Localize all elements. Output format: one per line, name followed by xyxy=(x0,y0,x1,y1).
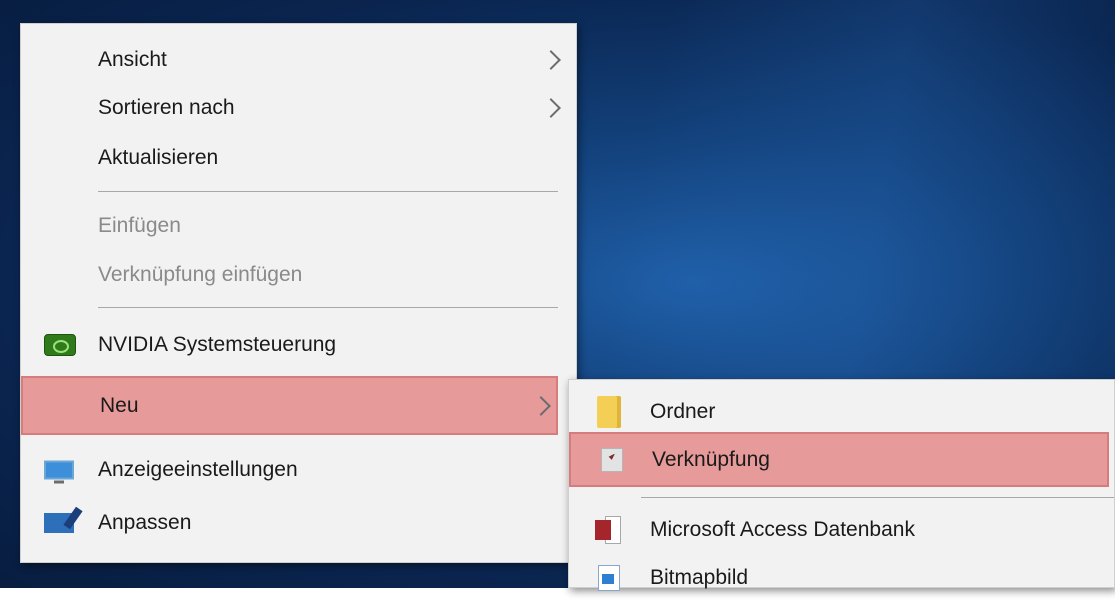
menu-item-label: NVIDIA Systemsteuerung xyxy=(98,333,337,356)
menu-item-anzeigeeinstellungen[interactable]: Anzeigeeinstellungen xyxy=(21,446,576,494)
personalize-icon xyxy=(44,513,74,533)
bitmap-icon xyxy=(598,565,620,591)
submenu-item-ordner[interactable]: Ordner xyxy=(569,388,1114,436)
menu-item-label: Verknüpfung einfügen xyxy=(98,263,303,286)
menu-item-label: Ansicht xyxy=(98,48,167,71)
submenu-item-label: Verknüpfung xyxy=(652,447,770,471)
menu-item-label: Anpassen xyxy=(98,511,192,534)
menu-separator xyxy=(98,191,558,192)
submenu-item-label: Ordner xyxy=(650,400,716,423)
submenu-item-verknuepfung[interactable]: Verknüpfung xyxy=(569,432,1109,487)
nvidia-icon xyxy=(44,334,76,356)
menu-item-label: Einfügen xyxy=(98,214,181,237)
menu-item-label: Anzeigeeinstellungen xyxy=(98,458,298,481)
menu-item-ansicht[interactable]: Ansicht xyxy=(21,36,576,84)
submenu-item-label: Microsoft Access Datenbank xyxy=(650,518,915,541)
menu-item-aktualisieren[interactable]: Aktualisieren xyxy=(21,134,576,182)
menu-item-einfuegen[interactable]: Einfügen xyxy=(21,202,576,250)
chevron-right-icon xyxy=(541,98,561,118)
display-settings-icon xyxy=(44,460,74,484)
menu-item-nvidia-systemsteuerung[interactable]: NVIDIA Systemsteuerung xyxy=(21,321,576,369)
chevron-right-icon xyxy=(531,395,551,416)
menu-item-label: Aktualisieren xyxy=(98,146,219,169)
menu-item-label: Neu xyxy=(100,393,139,417)
shortcut-icon xyxy=(601,447,623,472)
submenu-item-access-datenbank[interactable]: Microsoft Access Datenbank xyxy=(569,506,1114,554)
menu-separator xyxy=(641,497,1114,498)
desktop-context-menu: Ansicht Sortieren nach Aktualisieren Ein… xyxy=(20,23,577,563)
menu-item-label: Sortieren nach xyxy=(98,96,235,119)
menu-item-neu[interactable]: Neu xyxy=(21,376,558,435)
submenu-item-bitmapbild[interactable]: Bitmapbild xyxy=(569,554,1114,602)
folder-icon xyxy=(597,396,621,428)
menu-item-sortieren-nach[interactable]: Sortieren nach xyxy=(21,84,576,132)
access-icon xyxy=(595,516,621,544)
menu-separator xyxy=(98,307,558,308)
menu-item-anpassen[interactable]: Anpassen xyxy=(21,499,576,547)
submenu-item-label: Bitmapbild xyxy=(650,566,749,589)
chevron-right-icon xyxy=(541,50,561,70)
menu-item-verknuepfung-einfuegen[interactable]: Verknüpfung einfügen xyxy=(21,251,576,299)
new-submenu: Ordner Verknüpfung Microsoft Access Date… xyxy=(568,379,1115,591)
